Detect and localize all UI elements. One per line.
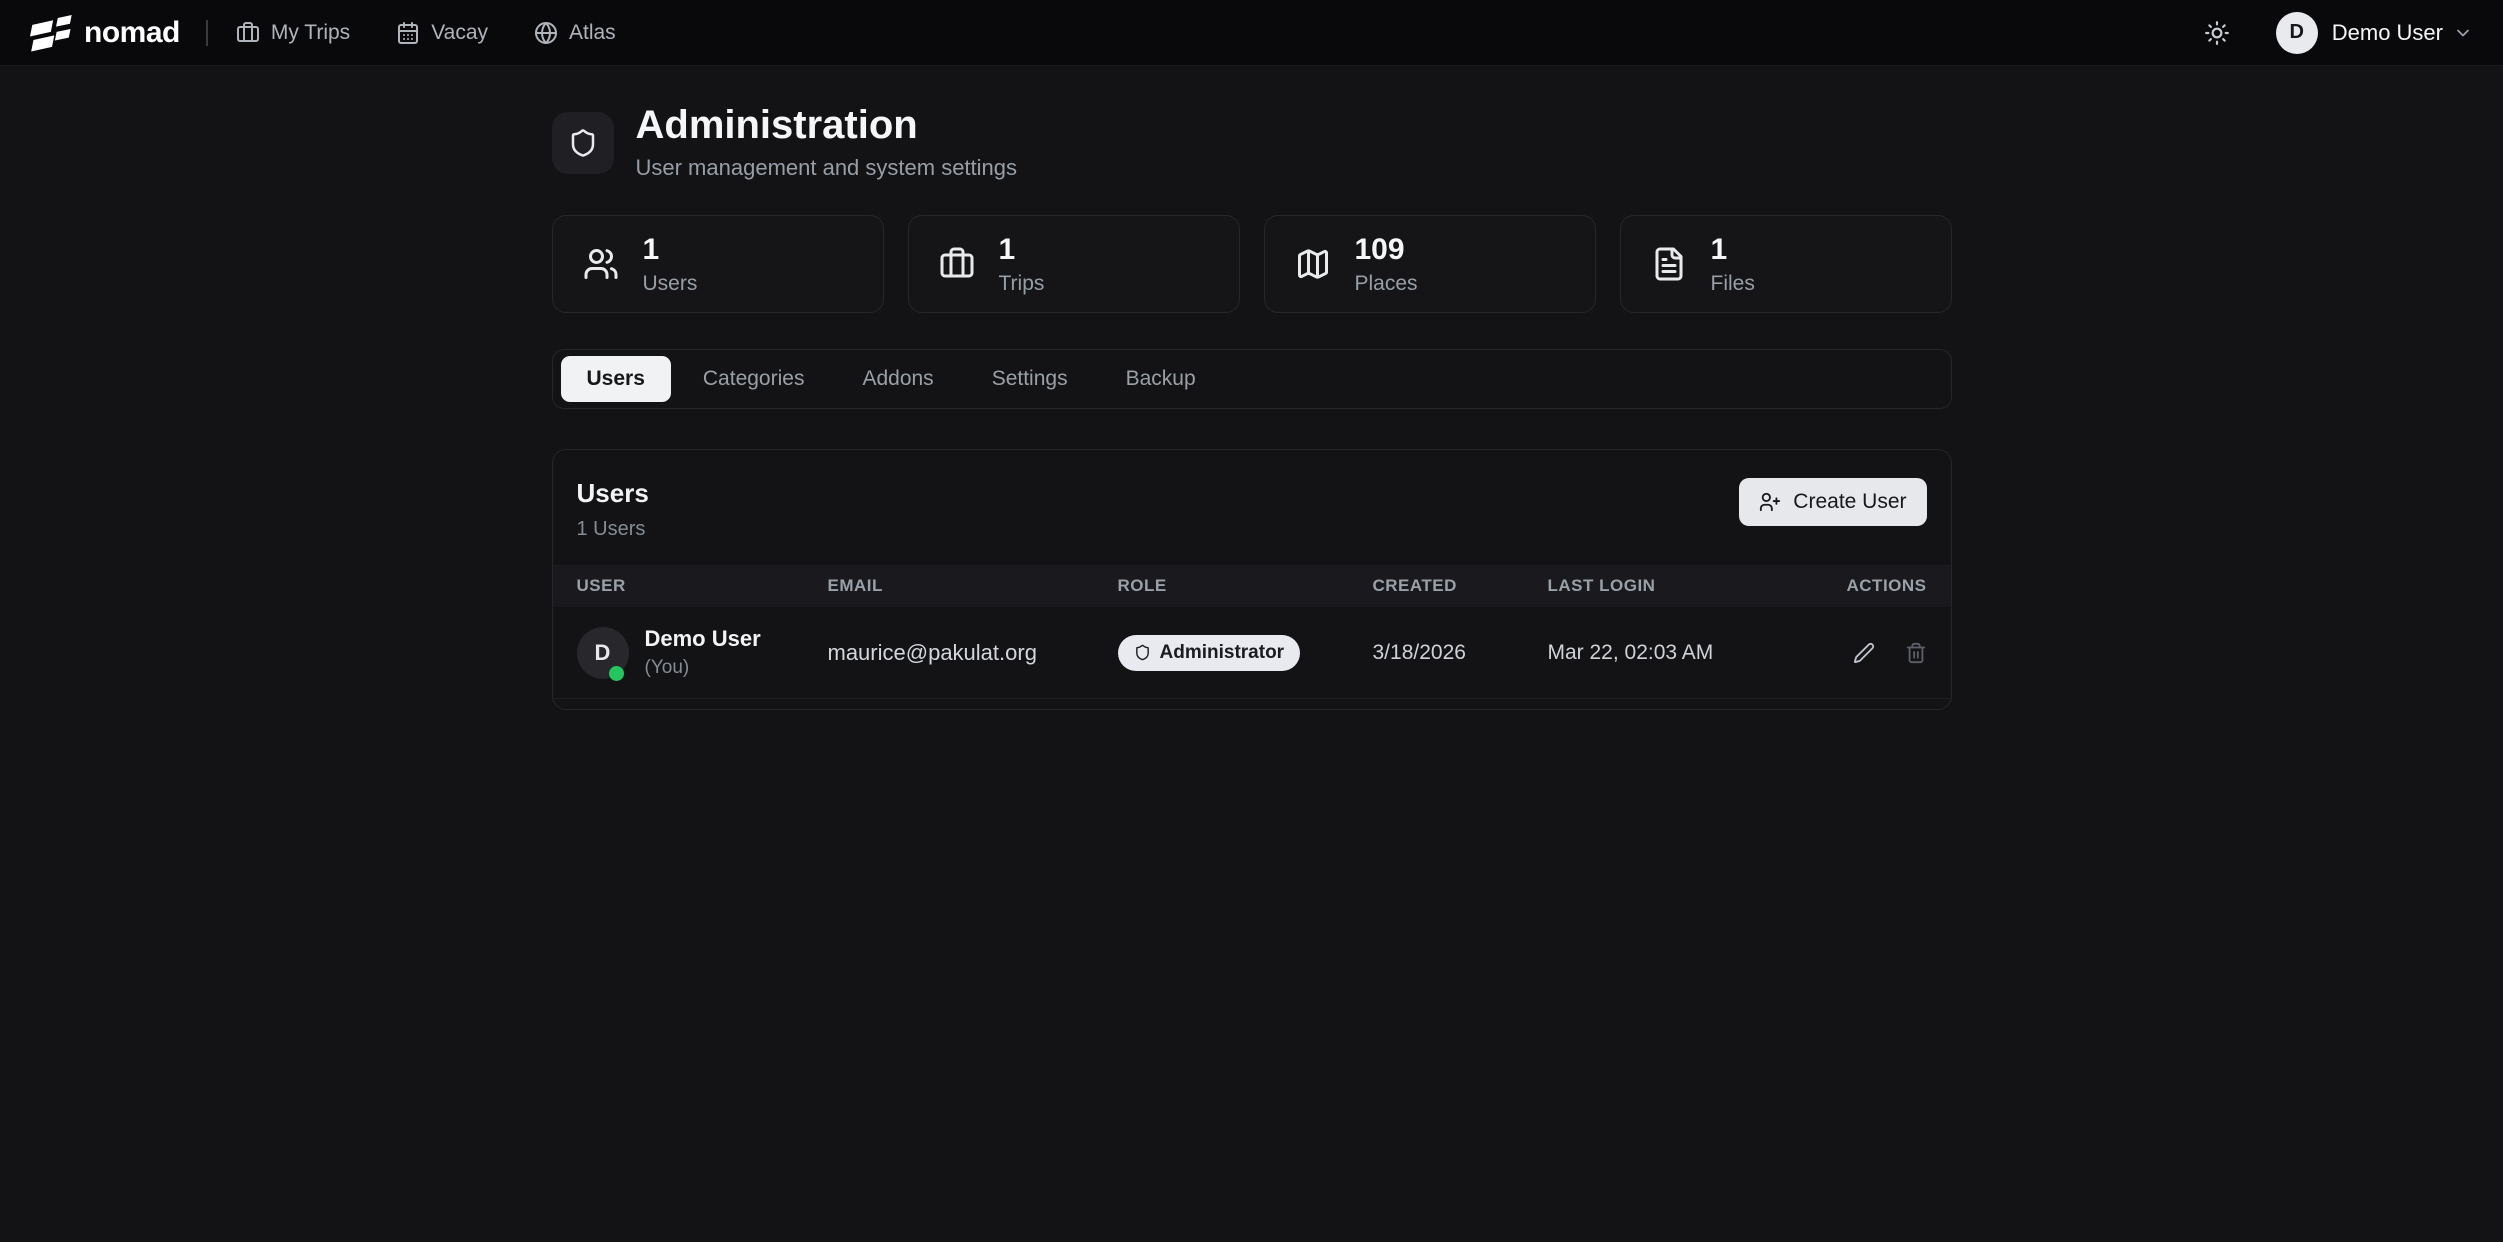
admin-tabs: Users Categories Addons Settings Backup	[552, 349, 1952, 409]
users-panel: Users 1 Users Create User USER EMAIL ROL…	[552, 449, 1952, 710]
column-header-created: CREATED	[1373, 576, 1548, 596]
column-header-actions: ACTIONS	[1760, 576, 1927, 596]
users-count: 1 Users	[577, 518, 649, 541]
stat-label: Trips	[999, 272, 1045, 296]
calendar-icon	[396, 21, 420, 45]
nav-link-atlas[interactable]: Atlas	[534, 21, 616, 45]
tab-addons[interactable]: Addons	[836, 356, 959, 402]
role-label: Administrator	[1160, 642, 1285, 664]
user-plus-icon	[1759, 491, 1781, 513]
tab-backup[interactable]: Backup	[1100, 356, 1222, 402]
avatar: D	[2276, 12, 2318, 54]
online-status-dot	[609, 666, 624, 681]
topbar-right: D Demo User	[2204, 12, 2473, 54]
create-user-label: Create User	[1793, 490, 1906, 514]
stat-value: 109	[1355, 233, 1418, 267]
nomad-logo-icon	[30, 13, 74, 53]
tab-settings[interactable]: Settings	[966, 356, 1094, 402]
user-menu[interactable]: D Demo User	[2276, 12, 2473, 54]
tab-users[interactable]: Users	[561, 356, 671, 402]
stat-card-files: 1 Files	[1620, 215, 1952, 313]
stat-label: Users	[643, 272, 698, 296]
stat-label: Places	[1355, 272, 1418, 296]
nav-link-label: Vacay	[431, 21, 488, 45]
page-title: Administration	[636, 104, 1018, 146]
role-badge: Administrator	[1118, 635, 1301, 671]
users-panel-title: Users	[577, 478, 649, 509]
file-icon	[1651, 246, 1687, 282]
stat-label: Files	[1711, 272, 1755, 296]
topbar: nomad My Trips Vacay Atlas	[0, 0, 2503, 66]
users-table-header: USER EMAIL ROLE CREATED LAST LOGIN ACTIO…	[553, 565, 1951, 607]
nav-link-my-trips[interactable]: My Trips	[236, 21, 350, 45]
stat-value: 1	[1711, 233, 1755, 267]
briefcase-icon	[236, 21, 260, 45]
column-header-last-login: LAST LOGIN	[1548, 576, 1760, 596]
stat-card-users: 1 Users	[552, 215, 884, 313]
column-header-email: EMAIL	[828, 576, 1118, 596]
stat-card-places: 109 Places	[1264, 215, 1596, 313]
main-nav: My Trips Vacay Atlas	[236, 21, 616, 45]
brand-name: nomad	[84, 16, 180, 50]
user-cell: D Demo User (You)	[577, 626, 828, 679]
pencil-icon	[1853, 642, 1875, 664]
nomad-logo[interactable]: nomad	[30, 13, 180, 53]
row-created: 3/18/2026	[1373, 641, 1548, 665]
row-last-login: Mar 22, 02:03 AM	[1548, 641, 1760, 665]
globe-icon	[534, 21, 558, 45]
sun-icon	[2204, 20, 2230, 46]
shield-icon	[1134, 644, 1151, 661]
stat-value: 1	[643, 233, 698, 267]
nav-link-vacay[interactable]: Vacay	[396, 21, 488, 45]
page-subtitle: User management and system settings	[636, 155, 1018, 181]
nav-link-label: My Trips	[271, 21, 350, 45]
row-you-label: (You)	[645, 657, 761, 679]
user-name: Demo User	[2332, 20, 2443, 46]
stat-value: 1	[999, 233, 1045, 267]
row-user-name: Demo User	[645, 626, 761, 652]
column-header-role: ROLE	[1118, 576, 1373, 596]
briefcase-icon	[939, 246, 975, 282]
users-panel-header: Users 1 Users Create User	[553, 450, 1951, 565]
admin-page: Administration User management and syste…	[552, 66, 1952, 710]
avatar: D	[577, 627, 629, 679]
edit-user-button[interactable]	[1853, 642, 1875, 664]
users-icon	[583, 246, 619, 282]
stat-card-trips: 1 Trips	[908, 215, 1240, 313]
shield-icon	[552, 112, 614, 174]
page-header: Administration User management and syste…	[552, 104, 1952, 181]
stats-row: 1 Users 1 Trips 109 Places	[552, 215, 1952, 313]
nav-divider	[206, 20, 208, 46]
create-user-button[interactable]: Create User	[1739, 478, 1926, 526]
table-row: D Demo User (You) maurice@pakulat.org Ad…	[553, 607, 1951, 699]
trash-icon	[1905, 642, 1927, 664]
delete-user-button[interactable]	[1905, 642, 1927, 664]
nav-link-label: Atlas	[569, 21, 616, 45]
map-icon	[1295, 246, 1331, 282]
column-header-user: USER	[577, 576, 828, 596]
tab-categories[interactable]: Categories	[677, 356, 831, 402]
avatar-initial: D	[595, 640, 611, 666]
row-email: maurice@pakulat.org	[828, 640, 1118, 666]
row-actions	[1760, 642, 1927, 664]
theme-toggle-button[interactable]	[2204, 20, 2230, 46]
chevron-down-icon	[2443, 23, 2473, 43]
